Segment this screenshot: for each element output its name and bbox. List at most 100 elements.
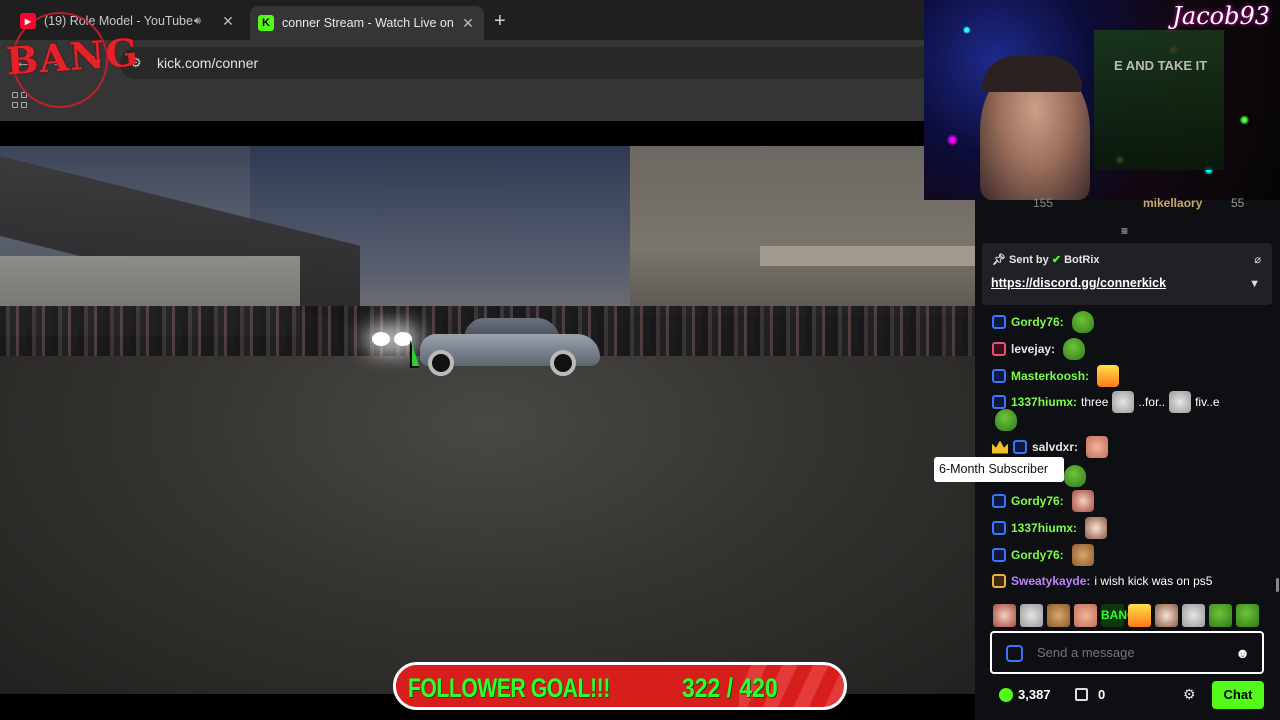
chevron-down-icon[interactable]: ▼	[1249, 278, 1260, 290]
chat-username[interactable]: 1337hiumx:	[1011, 395, 1077, 409]
omnibox[interactable]: ⚙ kick.com/conner	[120, 47, 924, 79]
fire-emote-icon[interactable]	[1128, 604, 1151, 627]
new-tab-icon[interactable]: +	[494, 10, 506, 33]
bang-logo: BANG	[4, 8, 140, 108]
cat-emote-icon[interactable]	[1071, 544, 1094, 566]
mouse-cursor-fill	[412, 344, 426, 366]
kick-icon: K	[258, 15, 274, 31]
drifting-car	[420, 316, 600, 376]
hide-pin-icon[interactable]: ⌀	[1254, 253, 1261, 266]
gear-icon[interactable]: ⚙	[1183, 686, 1196, 703]
partial-count: 155	[1033, 196, 1054, 210]
sub-badge-icon[interactable]	[992, 521, 1006, 535]
kick-badge-icon	[1006, 645, 1023, 662]
chat-input[interactable]	[1037, 645, 1217, 660]
face-emote-icon[interactable]	[1047, 604, 1070, 627]
chat-message: Masterkoosh:	[992, 365, 1120, 387]
screen: ▶ (19) Role Model - YouTube 🔊︎ ✕ K conne…	[0, 0, 1280, 720]
crown-icon[interactable]	[992, 440, 1008, 454]
video-frame[interactable]	[0, 146, 975, 694]
chat-input-box[interactable]: ☻	[990, 631, 1264, 674]
face-emote-icon[interactable]	[1071, 490, 1094, 512]
bookmarks-bar	[0, 86, 924, 121]
chat-scrollbar[interactable]	[1276, 578, 1279, 592]
face-emote-icon[interactable]	[1074, 604, 1097, 627]
chat-message: 1337hiumx:	[992, 517, 1108, 539]
sub-badge-icon[interactable]	[992, 574, 1006, 588]
pin-icon: 📌︎	[992, 254, 1006, 266]
partial-user[interactable]: mikellaory	[1143, 196, 1202, 210]
chat-username[interactable]: Gordy76:	[1011, 548, 1064, 562]
pepe-emote-icon[interactable]	[1071, 311, 1094, 333]
chat-message: levejay:	[992, 338, 1086, 360]
badge-tooltip: 6-Month Subscriber	[934, 457, 1064, 482]
pepe-emote-icon[interactable]	[1236, 604, 1259, 627]
sub-badge-icon[interactable]	[992, 548, 1006, 562]
tab-title: conner Stream - Watch Live on	[282, 16, 454, 30]
pepe-emote-icon[interactable]	[1064, 465, 1086, 487]
partial-count-right: 55	[1231, 196, 1245, 210]
sub-badge-icon[interactable]	[992, 342, 1006, 356]
pinned-sender: 📌︎ Sent by ✔ BotRix	[992, 253, 1100, 266]
face-emote-icon[interactable]	[1155, 604, 1178, 627]
chat-username[interactable]: 1337hiumx:	[1011, 521, 1077, 535]
sub-badge-icon[interactable]	[992, 494, 1006, 508]
chat-footer: 3,387 0 ⚙ Chat	[975, 680, 1280, 720]
hand-emote-icon[interactable]	[1086, 436, 1109, 458]
emoji-icon[interactable]: ☻	[1235, 645, 1250, 661]
chat-message: 1337hiumx: three ..for.. fiv..e	[992, 391, 1220, 413]
bot-name[interactable]: BotRix	[1064, 254, 1099, 266]
store-button[interactable]: 0	[1075, 687, 1105, 702]
chat-username[interactable]: Gordy76:	[1011, 494, 1064, 508]
viewer-count-text: 3,387	[1018, 687, 1051, 702]
sub-badge-icon[interactable]	[992, 369, 1006, 383]
pepe-emote-icon[interactable]	[1063, 338, 1086, 360]
cat-emote-icon[interactable]	[1112, 391, 1135, 413]
fire-emote-icon[interactable]	[1097, 365, 1120, 387]
cap	[982, 56, 1082, 92]
bang-emote-icon[interactable]: BANG	[1101, 604, 1136, 627]
chat-message: Gordy76:	[992, 311, 1094, 333]
logo-text: BANG	[4, 29, 141, 84]
pinned-link[interactable]: https://discord.gg/connerkick	[991, 276, 1166, 290]
chat-username[interactable]: levejay:	[1011, 342, 1055, 356]
emote-quick-bar: BANG	[993, 604, 1263, 628]
chat-emote-line	[995, 409, 1017, 431]
pin-expand-icon[interactable]: ≡	[1121, 224, 1128, 238]
sub-badge-icon[interactable]	[1013, 440, 1027, 454]
poster	[1094, 30, 1224, 170]
sub-badge-icon[interactable]	[992, 315, 1006, 329]
face-emote-icon[interactable]	[1020, 604, 1043, 627]
chat-message: Sweatykayde: i wish kick was on ps5	[992, 574, 1212, 588]
close-tab-icon[interactable]: ✕	[460, 15, 476, 32]
bot-badge-icon: ✔	[1051, 254, 1062, 266]
poster-text: E AND TAKE IT	[1114, 58, 1208, 73]
browser-tab-bar: ▶ (19) Role Model - YouTube 🔊︎ ✕ K conne…	[0, 0, 924, 40]
cat-emote-icon[interactable]	[1169, 391, 1192, 413]
speaker-icon[interactable]: 🔊︎	[194, 15, 210, 28]
close-tab-icon[interactable]: ✕	[220, 13, 236, 30]
chat-username[interactable]: Masterkoosh:	[1011, 369, 1089, 383]
sub-badge-icon[interactable]	[992, 395, 1006, 409]
chat-text: fiv..e	[1195, 395, 1220, 409]
chat-username[interactable]: Gordy76:	[1011, 315, 1064, 329]
chat-message: Gordy76:	[992, 544, 1094, 566]
webcam-overlay: E AND TAKE IT Jacob93	[924, 0, 1280, 200]
url-text[interactable]: kick.com/conner	[157, 55, 258, 71]
chat-text: ..for..	[1138, 395, 1166, 409]
chat-send-button[interactable]: Chat	[1212, 681, 1264, 709]
chat-username[interactable]: Sweatykayde:	[1011, 574, 1090, 588]
pepe-emote-icon[interactable]	[995, 409, 1017, 431]
pepe-emote-icon[interactable]	[1209, 604, 1232, 627]
anime-emote-icon[interactable]	[1085, 517, 1108, 539]
face-emote-icon[interactable]	[993, 604, 1016, 627]
sent-by-label: Sent by	[1009, 254, 1049, 266]
pinned-message: 📌︎ Sent by ✔ BotRix ⌀ https://discord.gg…	[982, 243, 1272, 305]
ghost-emote-icon[interactable]	[1182, 604, 1205, 627]
chat-message: Gordy76:	[992, 490, 1094, 512]
chat-text: i wish kick was on ps5	[1094, 574, 1213, 588]
headlight	[372, 332, 390, 346]
goal-label: FOLLOWER GOAL!!!	[408, 673, 610, 703]
chat-username[interactable]: salvdxr:	[1032, 440, 1078, 454]
tab-kick-stream[interactable]: K conner Stream - Watch Live on ✕	[250, 6, 484, 40]
